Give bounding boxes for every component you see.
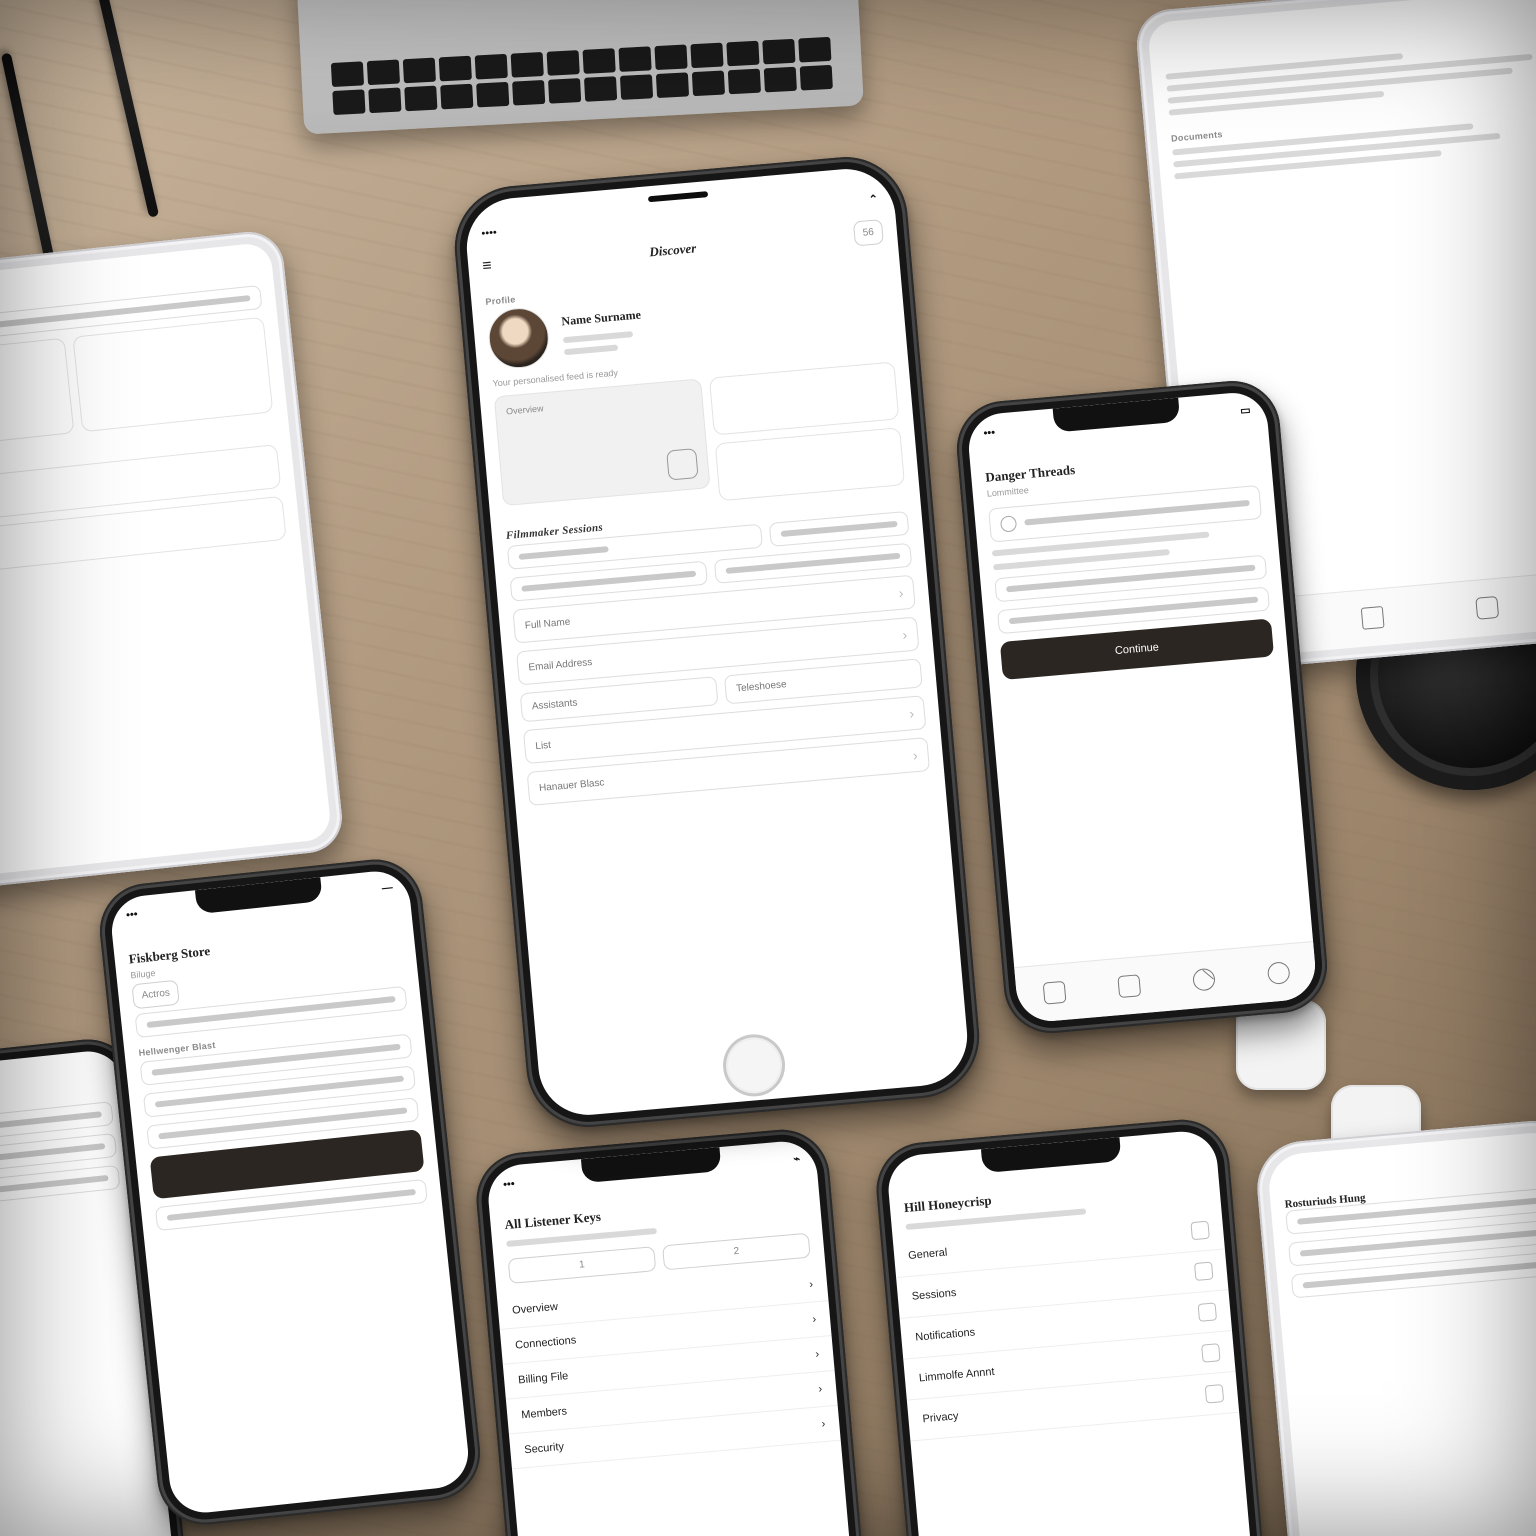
search-icon <box>1000 515 1017 532</box>
chip[interactable]: Actros <box>131 980 180 1010</box>
checkbox[interactable] <box>1201 1343 1221 1363</box>
tab-bar <box>1014 941 1318 1024</box>
phone-center: •••• ⌃ ≡ Discover 56 Profile Name Surnam… <box>450 152 985 1132</box>
page-title: All Listener Keys <box>504 1191 806 1233</box>
checkbox[interactable] <box>1198 1302 1218 1322</box>
phone-right: •••▭ Danger Threads Lommittee Continue <box>953 377 1331 1037</box>
user-icon <box>666 448 699 481</box>
desk-scene: Basements Programmes Assotters Documents <box>0 0 1536 1536</box>
checkbox[interactable] <box>1190 1221 1210 1241</box>
checkbox[interactable] <box>1205 1384 1225 1404</box>
phone-left-mid: •••— Fiskberg Store Biluge Actros Hellwe… <box>95 855 485 1529</box>
tab[interactable]: 2 <box>662 1233 811 1271</box>
tab[interactable]: 1 <box>508 1246 657 1284</box>
wifi-icon: ⌃ <box>868 192 878 206</box>
avatar[interactable] <box>486 306 551 371</box>
card-label: Overview <box>506 390 692 416</box>
grid-icon[interactable] <box>1117 974 1141 998</box>
card[interactable] <box>709 361 899 435</box>
menu-icon[interactable]: ≡ <box>482 257 493 276</box>
phone-bottom-right: Hill Honeycrisp General Sessions Notific… <box>873 1116 1282 1536</box>
badge: 56 <box>853 219 884 246</box>
page-title: Hill Honeycrisp <box>903 1174 1205 1216</box>
battery-icon: ▭ <box>1240 403 1251 417</box>
checkbox[interactable] <box>1194 1262 1214 1282</box>
card[interactable] <box>715 427 905 501</box>
block-icon[interactable] <box>1192 968 1216 992</box>
user-icon[interactable] <box>1266 961 1290 985</box>
signal-icon: •••• <box>481 226 497 239</box>
home-icon[interactable] <box>1042 981 1066 1005</box>
phone-bottom-mid: •••⌁ All Listener Keys 1 2 Overview› Con… <box>473 1126 882 1536</box>
card-overview[interactable]: Overview <box>494 378 711 506</box>
